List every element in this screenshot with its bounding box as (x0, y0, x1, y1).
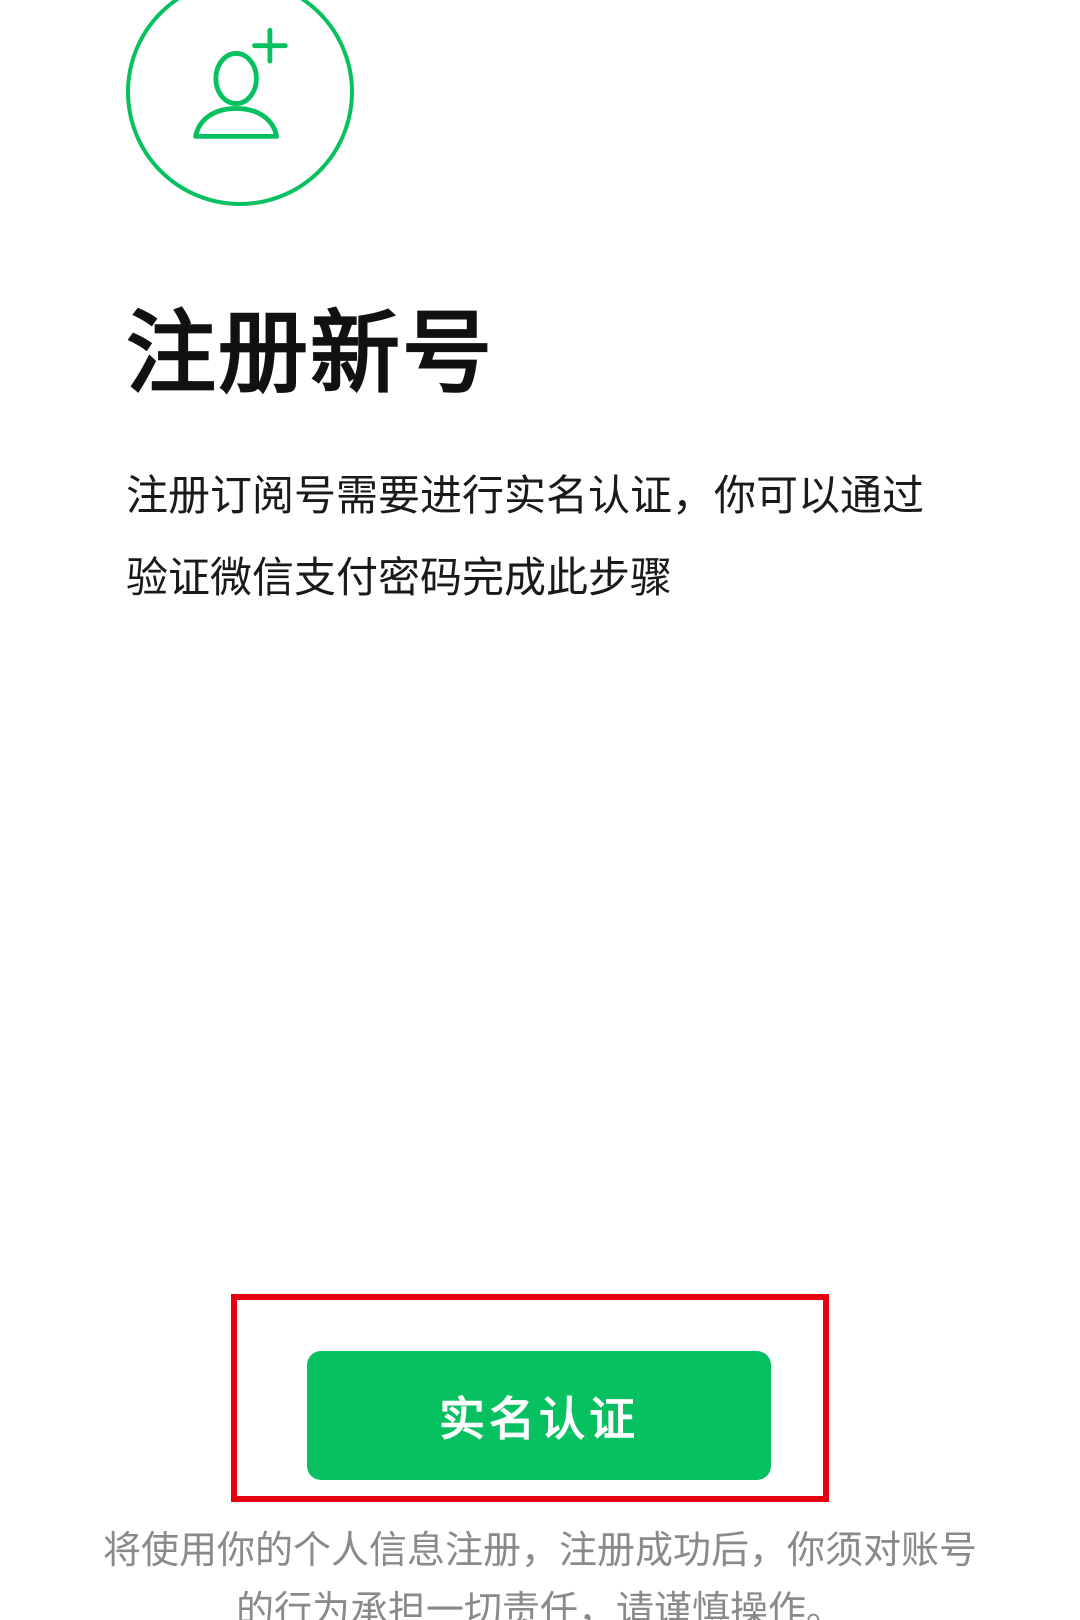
add-user-icon-graphic (193, 27, 288, 139)
description-text: 注册订阅号需要进行实名认证，你可以通过验证微信支付密码完成此步骤 (126, 471, 925, 602)
register-page: 注册新号 注册订阅号需要进行实名认证，你可以通过验证微信支付密码完成此步骤 实名… (0, 0, 1080, 1620)
real-name-verify-button[interactable]: 实名认证 (307, 1351, 771, 1480)
responsibility-notice: 将使用你的个人信息注册，注册成功后，你须对账号的行为承担一切责任，请谨慎操作。 (102, 1528, 977, 1620)
page-title: 注册新号 (126, 301, 494, 406)
add-user-icon (126, 0, 354, 206)
